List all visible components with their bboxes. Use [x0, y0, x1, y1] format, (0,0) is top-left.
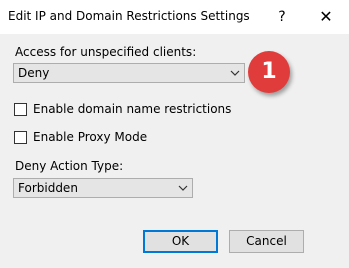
- close-button[interactable]: ✕: [312, 4, 340, 30]
- annotation-badge: 1: [248, 51, 290, 93]
- proxy-mode-checkbox[interactable]: [14, 131, 27, 144]
- access-select-value: Deny: [18, 66, 50, 80]
- deny-action-select[interactable]: Forbidden: [13, 178, 193, 198]
- title-bar: Edit IP and Domain Restrictions Settings…: [0, 0, 349, 34]
- ok-button[interactable]: OK: [143, 230, 218, 253]
- cancel-button[interactable]: Cancel: [229, 230, 304, 253]
- chevron-down-icon: [178, 185, 188, 191]
- help-icon: ?: [278, 9, 286, 25]
- proxy-mode-label[interactable]: Enable Proxy Mode: [33, 130, 147, 144]
- close-icon: ✕: [319, 7, 333, 26]
- domain-restrictions-checkbox[interactable]: [14, 103, 27, 116]
- domain-restrictions-label[interactable]: Enable domain name restrictions: [33, 102, 231, 116]
- deny-action-label: Deny Action Type:: [15, 159, 124, 173]
- chevron-down-icon: [230, 70, 240, 76]
- deny-action-select-value: Forbidden: [18, 181, 78, 195]
- help-button[interactable]: ?: [268, 4, 296, 30]
- access-label: Access for unspecified clients:: [15, 45, 197, 59]
- access-select[interactable]: Deny: [13, 63, 245, 83]
- window-title: Edit IP and Domain Restrictions Settings: [8, 9, 250, 23]
